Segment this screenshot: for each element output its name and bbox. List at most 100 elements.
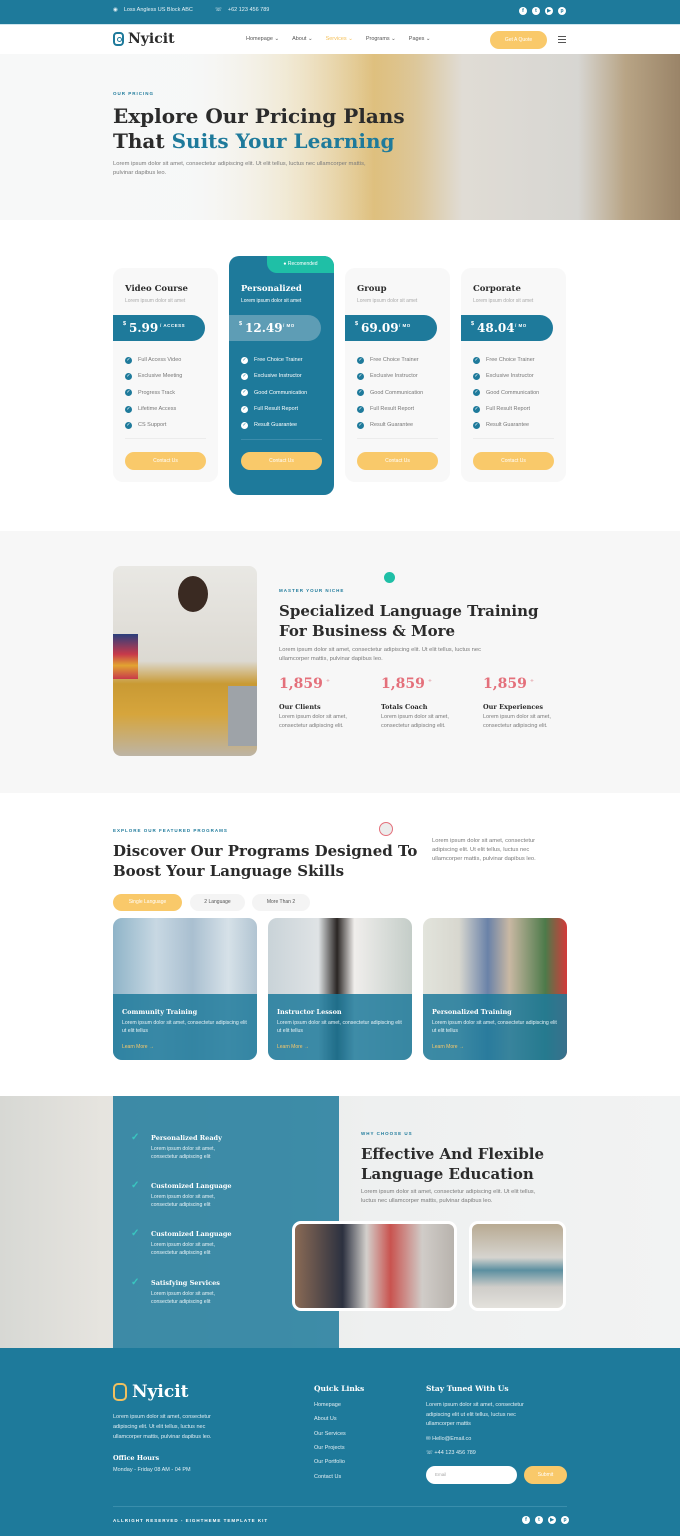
address-info: ◉ Loss Angless US Block ABC [113,7,193,13]
stat-label: Our Experiences [483,703,544,711]
program-card-overlay: Instructor Lesson Lorem ipsum dolor sit … [268,994,412,1060]
youtube-icon[interactable]: ▶ [545,7,553,15]
tab-single-language[interactable]: Single Language [113,894,182,911]
footer-link[interactable]: Our Portfolio [314,1459,345,1465]
check-circle-icon: ✓ [357,405,364,413]
pinterest-icon[interactable]: p [561,1516,569,1524]
check-circle-icon: ✓ [241,421,248,429]
footer-link[interactable]: About Us [314,1416,337,1422]
feature-item: ✓ Result Guarantee [357,421,414,429]
plan-name: Personalized [241,284,302,294]
feature-item: ✓ Free Choice Trainer [241,356,303,364]
stat-label: Our Clients [279,703,321,711]
pinterest-icon[interactable]: p [558,7,566,15]
why-description: Lorem ipsum dolor sit amet, consectetur … [361,1189,536,1204]
check-circle-icon: ✓ [357,421,364,429]
feature-item: ✓ Good Communication [241,389,308,397]
price-tag: $ 12.49 / MO [229,315,321,341]
learn-more-link[interactable]: Learn More → [277,1044,309,1050]
feature-list: ✓ Free Choice Trainer ✓ Exclusive Instructo… [473,352,539,433]
facebook-icon[interactable]: f [519,7,527,15]
price-period: / MO [283,323,295,328]
why-kicker: WHY CHOOSE US [361,1131,413,1136]
nav-item-homepage[interactable]: Homepage ⌄ [246,36,279,42]
feature-item: ✓ Free Choice Trainer [357,356,419,364]
stat-description: Lorem ipsum dolor sit amet, consectetur a… [279,714,347,729]
check-circle-icon: ✓ [473,372,480,380]
address-text: Loss Angless US Block ABC [123,7,193,13]
hero-banner: OUR PRICING Explore Our Pricing Plans Th… [0,54,680,220]
check-circle-icon: ✓ [241,356,248,364]
plan-name: Corporate [473,284,521,294]
feature-item: ✓ Good Communication [357,389,424,397]
check-circle-icon: ✓ [357,389,364,397]
learn-more-link[interactable]: Learn More → [432,1044,464,1050]
youtube-icon[interactable]: ▶ [548,1516,556,1524]
get-quote-button[interactable]: Get A Quote [490,31,547,49]
feature-list: ✓ Free Choice Trainer ✓ Exclusive Instructo… [241,352,307,433]
twitter-icon[interactable]: t [532,7,540,15]
hamburger-menu-icon[interactable] [558,36,566,45]
hero-title: Explore Our Pricing Plans That Suits You… [113,104,405,153]
newsletter-email-input[interactable]: Email [426,1466,517,1484]
phone-icon: ☏ [215,7,222,13]
plan-name: Group [357,284,387,294]
main-nav: Nyicit Homepage ⌄ About ⌄ Services ⌄ Pro… [0,24,680,54]
office-hours: Monday - Friday 08 AM - 04 PM [113,1467,191,1473]
newsletter-description: Lorem ipsum dolor sit amet, consectetur a… [426,1402,524,1427]
learn-more-link[interactable]: Learn More → [122,1044,154,1050]
arrow-right-icon: → [458,1044,464,1050]
contact-us-button[interactable]: Contact Us [473,452,554,470]
footer-logo[interactable]: Nyicit [113,1382,189,1402]
footer-link[interactable]: Contact Us [314,1474,341,1480]
stat-value: 1,859 + [279,676,331,692]
check-circle-icon: ✓ [473,405,480,413]
footer-email[interactable]: ✉ Hello@Email.co [426,1436,471,1442]
price-tag: $ 48.04 / MO [461,315,553,341]
footer-link[interactable]: Our Services [314,1431,346,1437]
check-circle-icon: ✓ [125,405,132,413]
price-amount: 12.49 [245,321,283,335]
price-period: / MO [515,323,527,328]
tab-2-language[interactable]: 2 Language [190,894,245,911]
contact-us-button[interactable]: Contact Us [125,452,206,470]
brand-logo[interactable]: Nyicit [113,31,175,47]
contact-us-button[interactable]: Contact Us [241,452,322,470]
program-card[interactable]: Instructor Lesson Lorem ipsum dolor sit … [268,918,412,1060]
price-amount: 69.09 [361,321,399,335]
decorative-dot [384,572,395,583]
program-card[interactable]: Personalized Training Lorem ipsum dolor … [423,918,567,1060]
student-photo [113,566,257,756]
nav-item-about[interactable]: About ⌄ [292,36,313,42]
footer-link[interactable]: Homepage [314,1402,341,1408]
checkmark-icon: ✓ [131,1228,140,1239]
feature-item: ✓ Full Result Report [473,405,531,413]
dictionary-books-photo [469,1221,566,1311]
footer-link[interactable]: Our Projects [314,1445,345,1451]
top-bar: ◉ Loss Angless US Block ABC ☏ +62 123 45… [0,0,680,24]
specialized-section: MASTER YOUR NICHE Specialized Language T… [0,531,680,793]
program-description: Lorem ipsum dolor sit amet, consectetur … [432,1020,557,1034]
nav-item-pages[interactable]: Pages ⌄ [409,36,431,42]
nav-item-services[interactable]: Services ⌄ [326,36,353,42]
hero-kicker: OUR PRICING [113,91,155,96]
facebook-icon[interactable]: f [522,1516,530,1524]
decorative-circle [379,822,393,836]
contact-us-button[interactable]: Contact Us [357,452,438,470]
newsletter-submit-button[interactable]: Submit [524,1466,567,1484]
checkmark-icon: ✓ [131,1180,140,1191]
footer-divider [113,1506,567,1507]
phone-text: +62 123 456 789 [227,7,270,13]
check-circle-icon: ✓ [357,372,364,380]
phone-icon: ☏ [426,1450,433,1456]
footer-social-links: f t ▶ p [522,1516,569,1524]
footer-phone[interactable]: ☏ +44 123 456 789 [426,1450,476,1456]
check-circle-icon: ✓ [473,389,480,397]
program-title: Community Training [122,1008,198,1016]
program-card[interactable]: Community Training Lorem ipsum dolor sit… [113,918,257,1060]
twitter-icon[interactable]: t [535,1516,543,1524]
nav-item-programs[interactable]: Programs ⌄ [366,36,396,42]
program-card-overlay: Community Training Lorem ipsum dolor sit… [113,994,257,1060]
tab-more-than-2[interactable]: More Than 2 [252,894,310,911]
price-period: / ACCESS [160,323,186,328]
